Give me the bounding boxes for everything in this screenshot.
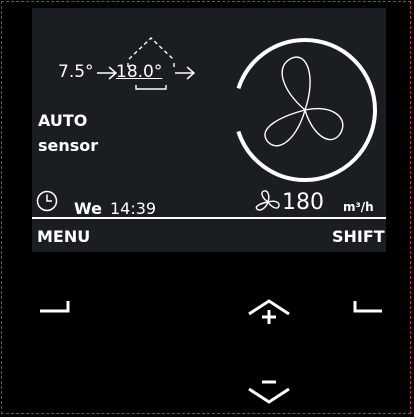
lcd-display: 7.5° 18.0° AUTO sensor We 14:39 180 m³/h… bbox=[32, 8, 386, 252]
fan-small-icon bbox=[255, 190, 280, 211]
outdoor-temperature: 7.5° bbox=[58, 62, 94, 82]
status-divider bbox=[32, 217, 386, 219]
softkey-left-button[interactable] bbox=[30, 292, 80, 324]
airflow-unit: m³/h bbox=[343, 200, 374, 214]
softkey-right-label: SHIFT bbox=[332, 227, 385, 246]
setpoint-temperature: 18.0° bbox=[116, 62, 163, 82]
clock-icon bbox=[36, 190, 58, 212]
softkey-left-label: MENU bbox=[37, 227, 91, 246]
fan-icon bbox=[264, 56, 344, 147]
mode-sublabel: sensor bbox=[38, 136, 99, 155]
airflow-value: 180 bbox=[282, 190, 324, 215]
schedule-time: 14:39 bbox=[110, 199, 157, 218]
increase-button[interactable] bbox=[244, 292, 294, 332]
arrow-right-icon bbox=[175, 66, 196, 80]
decrease-button[interactable] bbox=[244, 374, 294, 408]
arrow-right-icon bbox=[97, 66, 118, 80]
softkey-right-button[interactable] bbox=[344, 292, 394, 324]
mode-label: AUTO bbox=[38, 111, 88, 130]
schedule-day: We bbox=[74, 199, 102, 218]
airflow-gauge bbox=[233, 38, 377, 182]
